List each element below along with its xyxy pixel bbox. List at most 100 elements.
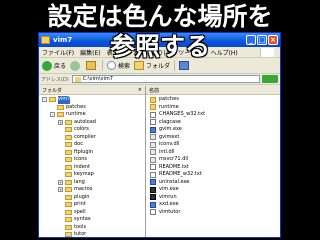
tree-item[interactable]: compiler (39, 134, 145, 142)
file-item[interactable]: vimrun (150, 194, 280, 202)
tree-item[interactable]: colors (39, 126, 145, 134)
up-folder-icon (86, 61, 97, 70)
file-item[interactable]: msvcr71.dll (150, 156, 280, 164)
file-list-header[interactable]: 名前 (146, 86, 280, 95)
address-bar: アドレス(D) C:\vim\vim7 (39, 74, 280, 85)
folder-icon (65, 217, 72, 223)
file-name: iconv.dll (159, 141, 180, 147)
file-item[interactable]: vimtutor (150, 209, 280, 217)
expand-icon[interactable]: + (58, 119, 63, 125)
folder-icon (65, 157, 72, 163)
tree-item[interactable]: patches (39, 104, 145, 112)
file-item[interactable]: runtime (150, 104, 280, 112)
toolbar-separator (174, 60, 176, 71)
tree-item-label: compiler (74, 133, 96, 140)
file-item[interactable]: README_w32.txt (150, 171, 280, 179)
folder-icon (65, 127, 72, 133)
file-item[interactable]: intl.dll (150, 149, 280, 157)
tree-item[interactable]: syntax (39, 216, 145, 224)
folder-icon (65, 179, 72, 185)
forward-button[interactable] (70, 60, 82, 71)
collapse-icon[interactable]: - (50, 112, 55, 118)
address-path: C:\vim\vim7 (82, 76, 113, 82)
file-item[interactable]: iconv.dll (150, 141, 280, 149)
folder-icon (49, 97, 56, 103)
folders-button[interactable]: フォルダ (134, 61, 170, 70)
views-button[interactable] (179, 61, 191, 70)
file-name: CHANGES_w32.txt (159, 111, 206, 117)
file-item[interactable]: README.txt (150, 164, 280, 172)
tree-item-label: macros (74, 186, 93, 192)
file-name: patches (159, 96, 179, 102)
tree-item-label: icons (74, 156, 87, 162)
application-icon (150, 201, 156, 208)
search-button[interactable]: 検索 (107, 61, 130, 70)
file-item[interactable]: xxd.exe (150, 201, 280, 209)
tree-item[interactable]: tutor (39, 231, 145, 237)
file-item[interactable]: CHANGES_w32.txt (150, 111, 280, 119)
dll-file-icon (150, 149, 156, 156)
folder-icon (65, 187, 72, 193)
folder-icon (65, 142, 72, 148)
search-icon (107, 61, 117, 70)
file-name: xxd.exe (159, 201, 179, 207)
file-item[interactable]: patches (150, 96, 280, 104)
address-input[interactable]: C:\vim\vim7 (71, 75, 260, 83)
tree-item[interactable]: indent (39, 164, 145, 172)
tree-item[interactable]: doc (39, 141, 145, 149)
go-button[interactable] (262, 75, 278, 83)
tree-item[interactable]: - runtime (39, 111, 145, 119)
tree-item[interactable]: spell (39, 209, 145, 217)
tree-item[interactable]: icons (39, 156, 145, 164)
file-item[interactable]: gvimext (150, 134, 280, 142)
tree-item[interactable]: + autoload (39, 119, 145, 127)
expand-icon[interactable]: + (58, 187, 63, 193)
folders-label: フォルダ (146, 63, 171, 70)
tree-item[interactable]: plugin (39, 194, 145, 202)
tree-item-label: vim7 (58, 96, 71, 104)
file-name: README_w32.txt (159, 171, 202, 177)
name-column-header: 名前 (149, 87, 160, 94)
back-arrow-icon (42, 60, 52, 71)
tree-item-label: keymap (74, 171, 94, 177)
tree-item[interactable]: tools (39, 224, 145, 232)
folder-tree: - vim7 patches - runtime + autoload colors compi… (39, 95, 145, 237)
file-item[interactable]: uninstal.exe (150, 179, 280, 187)
tree-item-label: tools (74, 223, 87, 230)
file-name: vimrun (159, 193, 177, 200)
back-button[interactable]: 戻る (42, 60, 67, 71)
tree-item-label: tutor (74, 231, 87, 237)
explorer-window: vim7 _ □ × ファイル(F) 編集(E) 表示(V) お気に入り(A) … (38, 32, 281, 238)
tree-item-label: syntax (74, 216, 91, 222)
close-pane-button[interactable]: × (138, 87, 142, 93)
application-icon (150, 126, 156, 133)
collapse-icon[interactable]: - (42, 97, 47, 103)
folders-icon (134, 61, 145, 70)
file-item[interactable]: vim.exe (150, 186, 280, 194)
file-name: vimtutor (159, 208, 181, 215)
search-label: 検索 (118, 63, 131, 70)
file-name: uninstal.exe (159, 178, 190, 185)
tree-item[interactable]: + lang (39, 179, 145, 187)
tree-item[interactable]: print (39, 201, 145, 209)
file-name: runtime (159, 103, 179, 110)
tree-item[interactable]: - vim7 (39, 96, 145, 104)
tree-item[interactable]: ftplugin (39, 149, 145, 157)
folder-icon (74, 76, 81, 82)
program-icon (150, 186, 156, 193)
file-name: clagcase (159, 118, 181, 125)
file-item[interactable]: clagcase (150, 119, 280, 127)
tree-item-label: plugin (74, 193, 90, 200)
folder-icon (65, 194, 72, 200)
tree-item[interactable]: keymap (39, 171, 145, 179)
expand-icon[interactable]: + (58, 179, 63, 185)
folder-pane-title: フォルダ (42, 87, 63, 94)
folder-pane-header: フォルダ × (39, 86, 145, 95)
back-label: 戻る (54, 63, 67, 70)
tree-item-label: ftplugin (74, 148, 94, 155)
tree-item-label: colors (74, 126, 89, 132)
file-item[interactable]: gvim.exe (150, 126, 280, 134)
tree-item[interactable]: + macros (39, 186, 145, 194)
toolbar-separator (102, 60, 104, 71)
up-button[interactable] (86, 61, 98, 70)
